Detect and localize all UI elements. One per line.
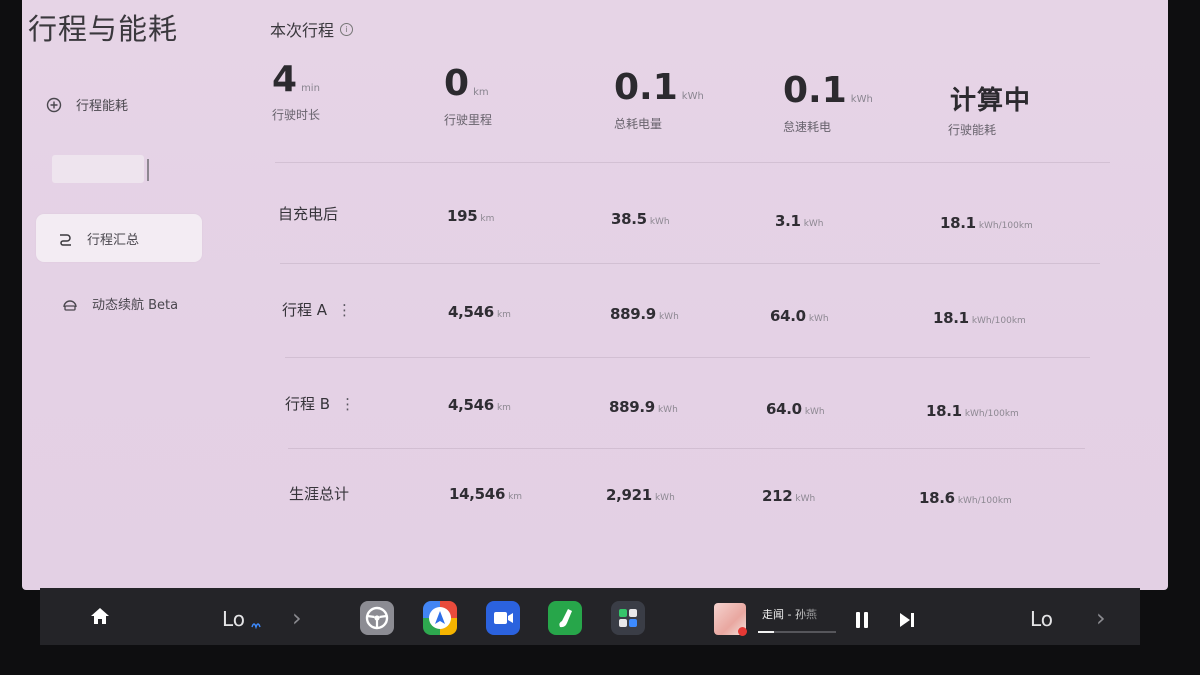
media-progress-bar[interactable] [758, 631, 836, 633]
more-vertical-icon[interactable]: ⋮ [340, 395, 355, 413]
row-idle: 64.0 kWh [770, 307, 829, 325]
stat-label: 怠速耗电 [783, 120, 832, 134]
current-trip-header: 本次行程 i [270, 17, 354, 41]
stat-value: 0 [444, 63, 470, 104]
playing-badge-icon [738, 627, 747, 636]
sidebar-item-label: 动态续航 Beta [92, 298, 179, 313]
info-icon[interactable]: i [340, 22, 354, 36]
row-idle: 3.1 kWh [775, 212, 824, 230]
row-efficiency: 18.1 kWh/100km [940, 214, 1033, 232]
stat-label: 总耗电量 [614, 117, 663, 131]
stat-unit: km [473, 87, 489, 98]
green-app-icon[interactable] [548, 601, 582, 635]
sidebar-item-label: 行程能耗 [76, 99, 129, 114]
stat-value: 0.1 [783, 70, 847, 111]
video-camera-icon[interactable] [486, 601, 520, 635]
stat-efficiency-value: 计算中 [950, 86, 1032, 116]
album-art[interactable] [714, 603, 747, 636]
stat-idle-energy: 0.1 kWh [783, 73, 873, 109]
row-efficiency: 18.1 kWh/100km [933, 309, 1026, 327]
row-label-lifetime: 生涯总计 [289, 485, 350, 503]
row-energy: 889.9 kWh [609, 398, 678, 416]
trip-name-field[interactable] [52, 155, 144, 183]
row-label-since-charge: 自充电后 [278, 205, 339, 223]
stat-unit: kWh [681, 91, 704, 102]
sidebar-item-trip-energy[interactable]: 行程能耗 [46, 95, 128, 114]
row-energy: 889.9 kWh [610, 305, 679, 323]
row-efficiency: 18.1 kWh/100km [926, 402, 1019, 420]
row-label-trip-b: 行程 B ⋮ [285, 393, 355, 414]
stat-label: 行驶时长 [272, 108, 321, 122]
stat-distance: 0 km [444, 66, 489, 102]
plus-circle-icon [46, 97, 62, 112]
row-label: 行程 B [285, 395, 331, 413]
page-title: 行程与能耗 [28, 12, 179, 46]
sidebar-item-label: 行程汇总 [87, 233, 140, 248]
seat-heater-icon [251, 623, 261, 629]
row-energy: 2,921 kWh [606, 486, 675, 504]
more-vertical-icon[interactable]: ⋮ [337, 301, 352, 319]
divider [275, 162, 1110, 163]
row-idle: 64.0 kWh [766, 400, 825, 418]
passenger-temperature[interactable]: Lo [1030, 607, 1053, 631]
sidebar-item-dynamic-range[interactable]: 动态续航 Beta [62, 294, 178, 313]
skip-next-icon[interactable] [897, 610, 917, 630]
track-title[interactable]: 走闻 - 孙燕 [762, 606, 838, 622]
divider [285, 357, 1090, 358]
stat-unit: kWh [850, 94, 873, 105]
media-progress-fill [758, 631, 774, 633]
row-distance: 14,546 km [449, 485, 523, 503]
steering-wheel-icon[interactable] [360, 601, 394, 635]
row-distance: 4,546 km [448, 396, 511, 414]
stat-label: 行驶里程 [444, 113, 493, 127]
taskbar [40, 588, 1140, 645]
chevron-right-icon[interactable]: › [292, 606, 302, 630]
row-label: 行程 A [282, 301, 328, 319]
row-energy: 38.5 kWh [611, 210, 670, 228]
stat-total-energy: 0.1 kWh [614, 70, 704, 106]
stat-label: 行驶能耗 [948, 123, 997, 137]
row-idle: 212 kWh [762, 487, 816, 505]
row-distance: 195 km [447, 207, 495, 225]
chevron-right-icon[interactable]: › [1096, 606, 1106, 630]
driver-temperature[interactable]: Lo [222, 607, 245, 631]
divider [280, 263, 1100, 264]
text-cursor [147, 159, 149, 181]
stat-unit: min [301, 83, 320, 94]
range-gauge-icon [63, 299, 77, 311]
row-distance: 4,546 km [448, 303, 511, 321]
stat-value: 4 [272, 59, 298, 100]
trip-route-icon [60, 233, 71, 246]
stat-duration: 4 min [272, 62, 320, 98]
section-title: 本次行程 [270, 21, 335, 40]
row-efficiency: 18.6 kWh/100km [919, 489, 1012, 507]
stat-value: 0.1 [614, 67, 678, 108]
pause-icon[interactable] [853, 610, 871, 630]
row-label-trip-a: 行程 A ⋮ [282, 299, 352, 320]
navigation-icon[interactable] [423, 601, 457, 635]
divider [288, 448, 1085, 449]
app-grid-icon[interactable] [611, 601, 645, 635]
home-icon[interactable] [89, 606, 111, 626]
sidebar-item-trip-summary-content[interactable]: 行程汇总 [57, 229, 139, 248]
